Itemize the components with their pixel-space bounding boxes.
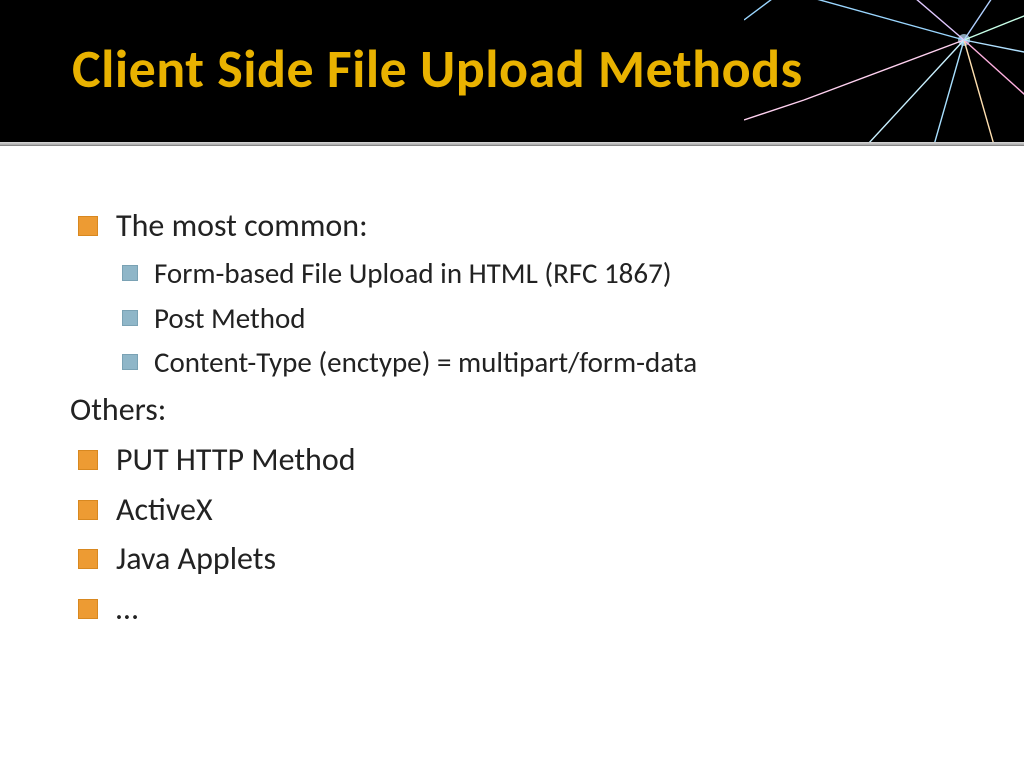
bullet-level2: Post Method (122, 296, 954, 341)
bullet-level1: The most common: (78, 201, 954, 251)
square-bullet-icon (122, 310, 138, 326)
bullet-text: ActiveX (116, 485, 213, 535)
bullet-text: The most common: (116, 201, 368, 251)
square-bullet-icon (78, 599, 98, 619)
bullet-level2: Content-Type (enctype) = multipart/form-… (122, 340, 954, 385)
slide-header: Client Side File Upload Methods (0, 0, 1024, 142)
bullet-level1: ActiveX (78, 485, 954, 535)
bullet-level2: Form-based File Upload in HTML (RFC 1867… (122, 251, 954, 296)
square-bullet-icon (78, 549, 98, 569)
bullet-level1: PUT HTTP Method (78, 435, 954, 485)
slide-body: The most common: Form-based File Upload … (0, 146, 1024, 633)
bullet-level1: … (78, 584, 954, 634)
bullet-text: Form-based File Upload in HTML (RFC 1867… (154, 251, 672, 296)
slide-title: Client Side File Upload Methods (72, 36, 803, 102)
bullet-text: PUT HTTP Method (116, 435, 356, 485)
section-label: Others: (70, 385, 954, 435)
bullet-level1: Java Applets (78, 534, 954, 584)
square-bullet-icon (122, 354, 138, 370)
bullet-text: … (116, 584, 138, 634)
square-bullet-icon (78, 216, 98, 236)
bullet-text: Java Applets (116, 534, 276, 584)
square-bullet-icon (78, 450, 98, 470)
bullet-text: Post Method (154, 296, 306, 341)
square-bullet-icon (122, 265, 138, 281)
bullet-text: Content-Type (enctype) = multipart/form-… (154, 340, 697, 385)
square-bullet-icon (78, 500, 98, 520)
